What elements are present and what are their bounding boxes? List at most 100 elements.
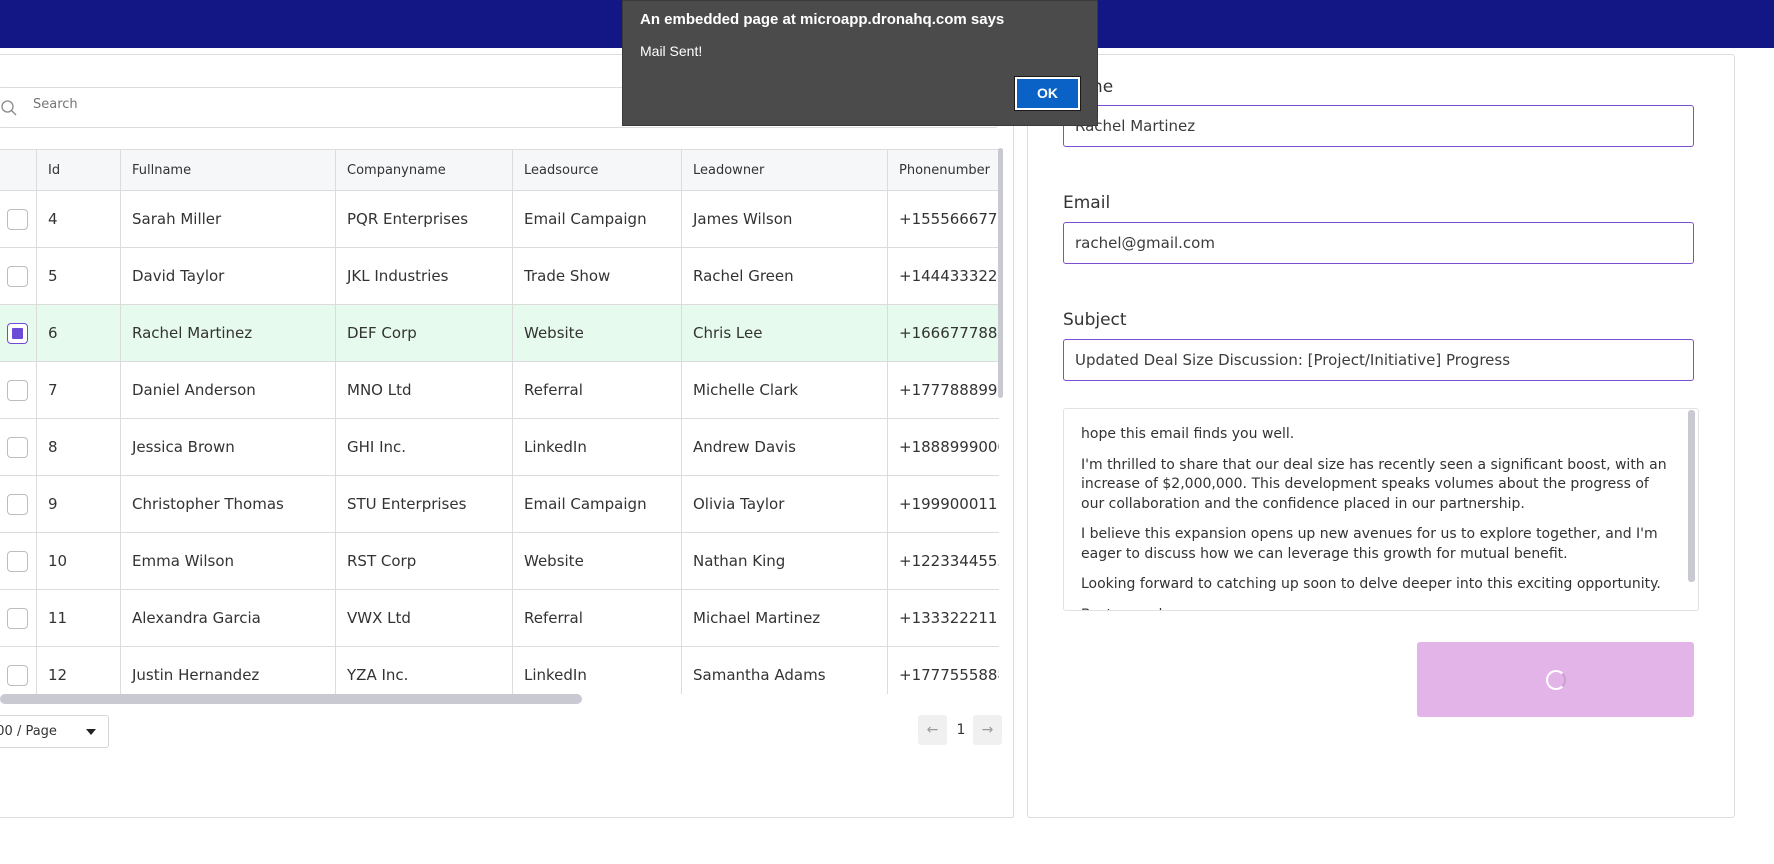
cell-phonenumber: +1555666777 [899, 210, 999, 228]
page-size-value: 100 / Page [0, 724, 57, 739]
cell-companyname: DEF Corp [336, 305, 513, 361]
cell-companyname: JKL Industries [336, 248, 513, 304]
dialog-title: An embedded page at microapp.dronahq.com… [640, 11, 1005, 28]
row-checkbox[interactable] [7, 494, 28, 515]
cell-id: 10 [37, 533, 121, 589]
cell-id: 8 [37, 419, 121, 475]
row-checkbox[interactable] [7, 323, 28, 344]
table-row[interactable]: 4 Sarah Miller PQR Enterprises Email Campai… [0, 191, 999, 248]
select-cell [0, 533, 37, 589]
cell-leadowner: Andrew Davis [682, 419, 888, 475]
select-cell [0, 476, 37, 532]
table-vertical-scrollbar[interactable] [998, 148, 1003, 398]
cell-leadowner: Nathan King [682, 533, 888, 589]
cell-leadsource: Email Campaign [513, 476, 682, 532]
cell-id: 9 [37, 476, 121, 532]
cell-phonenumber: +1999000111 [899, 495, 999, 513]
subject-field[interactable]: Updated Deal Size Discussion: [Project/I… [1063, 339, 1694, 381]
prev-page-button[interactable]: ← [918, 715, 947, 745]
select-cell [0, 647, 37, 694]
chevron-down-icon [86, 729, 96, 735]
row-checkbox[interactable] [7, 380, 28, 401]
table-row[interactable]: 6 Rachel Martinez DEF Corp Website Chris Lee… [0, 305, 999, 362]
select-cell [0, 590, 37, 646]
cell-leadsource: Referral [513, 590, 682, 646]
cell-fullname: Daniel Anderson [121, 362, 336, 418]
cell-phonenumber: +1777888999 [899, 381, 999, 399]
cell-companyname: VWX Ltd [336, 590, 513, 646]
header-leadsource[interactable]: Leadsource [513, 150, 682, 191]
row-checkbox[interactable] [7, 209, 28, 230]
subject-label: Subject [1063, 310, 1127, 330]
cell-companyname: RST Corp [336, 533, 513, 589]
cell-phonenumber: +1333222111 [899, 609, 999, 627]
row-checkbox[interactable] [7, 665, 28, 686]
cell-id: 11 [37, 590, 121, 646]
cell-leadowner: Michael Martinez [682, 590, 888, 646]
cell-fullname: Christopher Thomas [121, 476, 336, 532]
row-checkbox[interactable] [7, 608, 28, 629]
table-row[interactable]: 12 Justin Hernandez YZA Inc. LinkedIn Samant… [0, 647, 999, 694]
table-header: Id Fullname Companyname Leadsource Leado… [0, 149, 999, 191]
table-horizontal-scrollbar[interactable] [0, 694, 582, 704]
body-paragraph: I believe this expansion opens up new av… [1081, 526, 1658, 562]
table-row[interactable]: 8 Jessica Brown GHI Inc. LinkedIn Andrew Dav… [0, 419, 999, 476]
next-page-button[interactable]: → [973, 715, 1002, 745]
select-cell [0, 248, 37, 304]
cell-fullname: Rachel Martinez [121, 305, 336, 361]
cell-leadsource: Email Campaign [513, 191, 682, 247]
cell-fullname: Emma Wilson [121, 533, 336, 589]
email-field[interactable]: rachel@gmail.com [1063, 222, 1694, 264]
cell-phonenumber: +1223344555 [899, 552, 999, 570]
cell-leadsource: Website [513, 305, 682, 361]
select-cell [0, 305, 37, 361]
body-paragraph: Best regards, [1081, 606, 1671, 611]
select-cell [0, 362, 37, 418]
dialog-ok-button[interactable]: OK [1014, 76, 1081, 111]
cell-leadowner: Chris Lee [682, 305, 888, 361]
cell-leadowner: Michelle Clark [682, 362, 888, 418]
cell-phonenumber: +1777555888 [899, 666, 999, 684]
header-id[interactable]: Id [37, 150, 121, 191]
table-row[interactable]: 10 Emma Wilson RST Corp Website Nathan King +… [0, 533, 999, 590]
dialog-message: Mail Sent! [640, 43, 703, 59]
page-size-select[interactable]: 100 / Page [0, 715, 109, 748]
cell-phonenumber: +1444333222 [899, 267, 999, 285]
cell-id: 7 [37, 362, 121, 418]
row-checkbox[interactable] [7, 266, 28, 287]
table-row[interactable]: 9 Christopher Thomas STU Enterprises Email … [0, 476, 999, 533]
cell-fullname: Jessica Brown [121, 419, 336, 475]
select-cell [0, 191, 37, 247]
body-paragraph: hope this email finds you well. [1081, 426, 1295, 442]
header-companyname[interactable]: Companyname [336, 150, 513, 191]
cell-leadowner: Olivia Taylor [682, 476, 888, 532]
cell-fullname: David Taylor [121, 248, 336, 304]
header-select [0, 150, 37, 191]
row-checkbox[interactable] [7, 551, 28, 572]
body-scrollbar[interactable] [1688, 410, 1695, 582]
cell-fullname: Alexandra Garcia [121, 590, 336, 646]
email-label: Email [1063, 193, 1111, 213]
cell-leadowner: Rachel Green [682, 248, 888, 304]
cell-companyname: MNO Ltd [336, 362, 513, 418]
alert-dialog: An embedded page at microapp.dronahq.com… [622, 0, 1098, 126]
search-icon [1, 100, 17, 116]
row-checkbox[interactable] [7, 437, 28, 458]
cell-leadowner: James Wilson [682, 191, 888, 247]
table-row[interactable]: 5 David Taylor JKL Industries Trade Show Rac… [0, 248, 999, 305]
table-row[interactable]: 7 Daniel Anderson MNO Ltd Referral Michelle … [0, 362, 999, 419]
table-row[interactable]: 11 Alexandra Garcia VWX Ltd Referral Michael… [0, 590, 999, 647]
body-paragraph: I'm thrilled to share that our deal size… [1081, 456, 1667, 512]
cell-id: 5 [37, 248, 121, 304]
name-field[interactable]: Rachel Martinez [1063, 105, 1694, 147]
cell-leadsource: Referral [513, 362, 682, 418]
send-mail-button[interactable] [1417, 642, 1694, 717]
header-leadowner[interactable]: Leadowner [682, 150, 888, 191]
header-phonenumber[interactable]: Phonenumber [888, 150, 999, 191]
cell-leadsource: LinkedIn [513, 419, 682, 475]
email-body-textarea[interactable]: hope this email finds you well. I'm thril… [1063, 408, 1699, 611]
header-fullname[interactable]: Fullname [121, 150, 336, 191]
cell-companyname: YZA Inc. [336, 647, 513, 694]
cell-companyname: STU Enterprises [336, 476, 513, 532]
cell-leadowner: Samantha Adams [682, 647, 888, 694]
